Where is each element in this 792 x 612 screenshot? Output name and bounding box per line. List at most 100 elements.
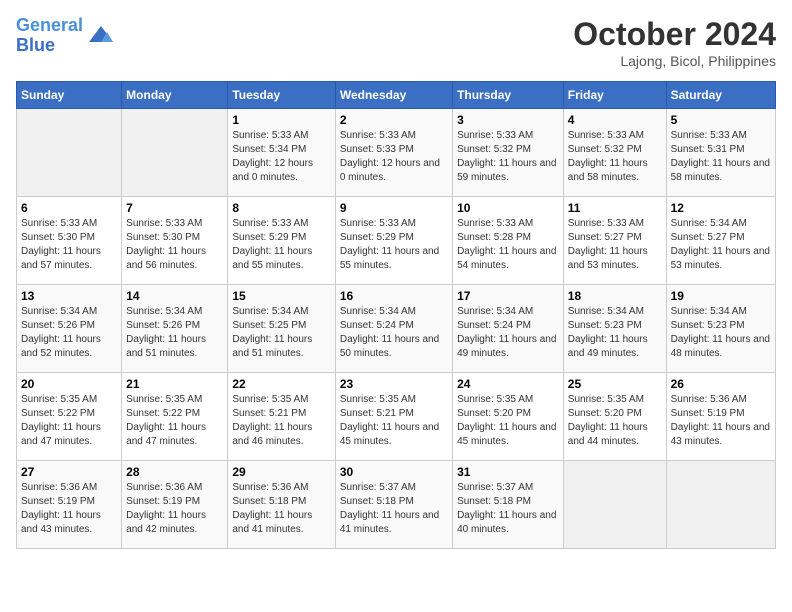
title-area: October 2024 Lajong, Bicol, Philippines: [573, 16, 776, 69]
weekday-header-tuesday: Tuesday: [228, 82, 335, 109]
logo-text: GeneralBlue: [16, 16, 83, 56]
calendar-cell: 11 Sunrise: 5:33 AMSunset: 5:27 PMDayligh…: [563, 197, 666, 285]
cell-info: Sunrise: 5:33 AMSunset: 5:31 PMDaylight:…: [671, 129, 771, 185]
calendar-table: SundayMondayTuesdayWednesdayThursdayFrid…: [16, 81, 776, 549]
cell-info: Sunrise: 5:34 AMSunset: 5:23 PMDaylight:…: [568, 305, 662, 361]
day-number: 13: [21, 289, 117, 303]
cell-info: Sunrise: 5:34 AMSunset: 5:24 PMDaylight:…: [340, 305, 448, 361]
cell-info: Sunrise: 5:33 AMSunset: 5:32 PMDaylight:…: [568, 129, 662, 185]
calendar-cell: 15 Sunrise: 5:34 AMSunset: 5:25 PMDayligh…: [228, 285, 335, 373]
calendar-cell: 20Sunrise: 5:35 AMSunset: 5:22 PMDayligh…: [17, 373, 122, 461]
day-number: 5: [671, 113, 771, 127]
logo: GeneralBlue: [16, 16, 115, 56]
calendar-cell: 17Sunrise: 5:34 AMSunset: 5:24 PMDayligh…: [453, 285, 564, 373]
day-number: 9: [340, 201, 448, 215]
cell-info: Sunrise: 5:36 AMSunset: 5:19 PMDaylight:…: [671, 393, 771, 449]
calendar-week-3: 13 Sunrise: 5:34 AMSunset: 5:26 PMDayligh…: [17, 285, 776, 373]
day-number: 28: [126, 465, 223, 479]
cell-info: Sunrise: 5:35 AMSunset: 5:21 PMDaylight:…: [232, 393, 330, 449]
cell-info: Sunrise: 5:34 AMSunset: 5:26 PMDaylight:…: [126, 305, 223, 361]
calendar-week-1: 1 Sunrise: 5:33 AMSunset: 5:34 PMDaylight…: [17, 109, 776, 197]
weekday-header-sunday: Sunday: [17, 82, 122, 109]
calendar-cell: 7 Sunrise: 5:33 AMSunset: 5:30 PMDaylight…: [122, 197, 228, 285]
day-number: 26: [671, 377, 771, 391]
calendar-week-5: 27 Sunrise: 5:36 AMSunset: 5:19 PMDayligh…: [17, 461, 776, 549]
calendar-cell: 25Sunrise: 5:35 AMSunset: 5:20 PMDayligh…: [563, 373, 666, 461]
day-number: 16: [340, 289, 448, 303]
day-number: 7: [126, 201, 223, 215]
location: Lajong, Bicol, Philippines: [573, 53, 776, 69]
day-number: 22: [232, 377, 330, 391]
day-number: 17: [457, 289, 559, 303]
calendar-cell: 30Sunrise: 5:37 AMSunset: 5:18 PMDayligh…: [335, 461, 452, 549]
calendar-week-2: 6Sunrise: 5:33 AMSunset: 5:30 PMDaylight…: [17, 197, 776, 285]
cell-info: Sunrise: 5:33 AMSunset: 5:27 PMDaylight:…: [568, 217, 662, 273]
cell-info: Sunrise: 5:33 AMSunset: 5:30 PMDaylight:…: [126, 217, 223, 273]
day-number: 2: [340, 113, 448, 127]
weekday-header-wednesday: Wednesday: [335, 82, 452, 109]
calendar-cell: 27 Sunrise: 5:36 AMSunset: 5:19 PMDayligh…: [17, 461, 122, 549]
cell-info: Sunrise: 5:33 AMSunset: 5:32 PMDaylight:…: [457, 129, 559, 185]
calendar-cell: 9 Sunrise: 5:33 AMSunset: 5:29 PMDaylight…: [335, 197, 452, 285]
cell-info: Sunrise: 5:33 AMSunset: 5:29 PMDaylight:…: [232, 217, 330, 273]
cell-info: Sunrise: 5:36 AMSunset: 5:19 PMDaylight:…: [21, 481, 117, 537]
calendar-cell: [17, 109, 122, 197]
cell-info: Sunrise: 5:33 AMSunset: 5:33 PMDaylight:…: [340, 129, 448, 185]
calendar-cell: 12 Sunrise: 5:34 AMSunset: 5:27 PMDayligh…: [666, 197, 775, 285]
day-number: 31: [457, 465, 559, 479]
day-number: 11: [568, 201, 662, 215]
day-number: 23: [340, 377, 448, 391]
day-number: 8: [232, 201, 330, 215]
day-number: 14: [126, 289, 223, 303]
weekday-header-saturday: Saturday: [666, 82, 775, 109]
cell-info: Sunrise: 5:33 AMSunset: 5:34 PMDaylight:…: [232, 129, 330, 185]
cell-info: Sunrise: 5:34 AMSunset: 5:26 PMDaylight:…: [21, 305, 117, 361]
cell-info: Sunrise: 5:34 AMSunset: 5:27 PMDaylight:…: [671, 217, 771, 273]
cell-info: Sunrise: 5:37 AMSunset: 5:18 PMDaylight:…: [457, 481, 559, 537]
day-number: 1: [232, 113, 330, 127]
cell-info: Sunrise: 5:33 AMSunset: 5:28 PMDaylight:…: [457, 217, 559, 273]
cell-info: Sunrise: 5:36 AMSunset: 5:19 PMDaylight:…: [126, 481, 223, 537]
cell-info: Sunrise: 5:34 AMSunset: 5:23 PMDaylight:…: [671, 305, 771, 361]
day-number: 18: [568, 289, 662, 303]
cell-info: Sunrise: 5:35 AMSunset: 5:20 PMDaylight:…: [457, 393, 559, 449]
calendar-cell: [563, 461, 666, 549]
day-number: 21: [126, 377, 223, 391]
cell-info: Sunrise: 5:36 AMSunset: 5:18 PMDaylight:…: [232, 481, 330, 537]
calendar-cell: 23 Sunrise: 5:35 AMSunset: 5:21 PMDayligh…: [335, 373, 452, 461]
month-title: October 2024: [573, 16, 776, 53]
calendar-cell: 6Sunrise: 5:33 AMSunset: 5:30 PMDaylight…: [17, 197, 122, 285]
page-header: GeneralBlue October 2024 Lajong, Bicol, …: [16, 16, 776, 69]
calendar-cell: 18 Sunrise: 5:34 AMSunset: 5:23 PMDayligh…: [563, 285, 666, 373]
calendar-cell: 31 Sunrise: 5:37 AMSunset: 5:18 PMDayligh…: [453, 461, 564, 549]
calendar-cell: 1 Sunrise: 5:33 AMSunset: 5:34 PMDaylight…: [228, 109, 335, 197]
calendar-cell: [666, 461, 775, 549]
weekday-header-friday: Friday: [563, 82, 666, 109]
cell-info: Sunrise: 5:37 AMSunset: 5:18 PMDaylight:…: [340, 481, 448, 537]
day-number: 15: [232, 289, 330, 303]
calendar-cell: 13 Sunrise: 5:34 AMSunset: 5:26 PMDayligh…: [17, 285, 122, 373]
day-number: 20: [21, 377, 117, 391]
calendar-cell: [122, 109, 228, 197]
weekday-header-thursday: Thursday: [453, 82, 564, 109]
calendar-cell: 22 Sunrise: 5:35 AMSunset: 5:21 PMDayligh…: [228, 373, 335, 461]
cell-info: Sunrise: 5:34 AMSunset: 5:25 PMDaylight:…: [232, 305, 330, 361]
calendar-cell: 29 Sunrise: 5:36 AMSunset: 5:18 PMDayligh…: [228, 461, 335, 549]
weekday-header-row: SundayMondayTuesdayWednesdayThursdayFrid…: [17, 82, 776, 109]
calendar-cell: 8 Sunrise: 5:33 AMSunset: 5:29 PMDaylight…: [228, 197, 335, 285]
day-number: 27: [21, 465, 117, 479]
cell-info: Sunrise: 5:35 AMSunset: 5:21 PMDaylight:…: [340, 393, 448, 449]
calendar-cell: 24Sunrise: 5:35 AMSunset: 5:20 PMDayligh…: [453, 373, 564, 461]
logo-icon: [87, 22, 115, 50]
weekday-header-monday: Monday: [122, 82, 228, 109]
cell-info: Sunrise: 5:33 AMSunset: 5:29 PMDaylight:…: [340, 217, 448, 273]
calendar-week-4: 20Sunrise: 5:35 AMSunset: 5:22 PMDayligh…: [17, 373, 776, 461]
day-number: 4: [568, 113, 662, 127]
cell-info: Sunrise: 5:33 AMSunset: 5:30 PMDaylight:…: [21, 217, 117, 273]
cell-info: Sunrise: 5:35 AMSunset: 5:20 PMDaylight:…: [568, 393, 662, 449]
calendar-cell: 28 Sunrise: 5:36 AMSunset: 5:19 PMDayligh…: [122, 461, 228, 549]
day-number: 29: [232, 465, 330, 479]
day-number: 12: [671, 201, 771, 215]
calendar-cell: 16 Sunrise: 5:34 AMSunset: 5:24 PMDayligh…: [335, 285, 452, 373]
calendar-cell: 2 Sunrise: 5:33 AMSunset: 5:33 PMDaylight…: [335, 109, 452, 197]
